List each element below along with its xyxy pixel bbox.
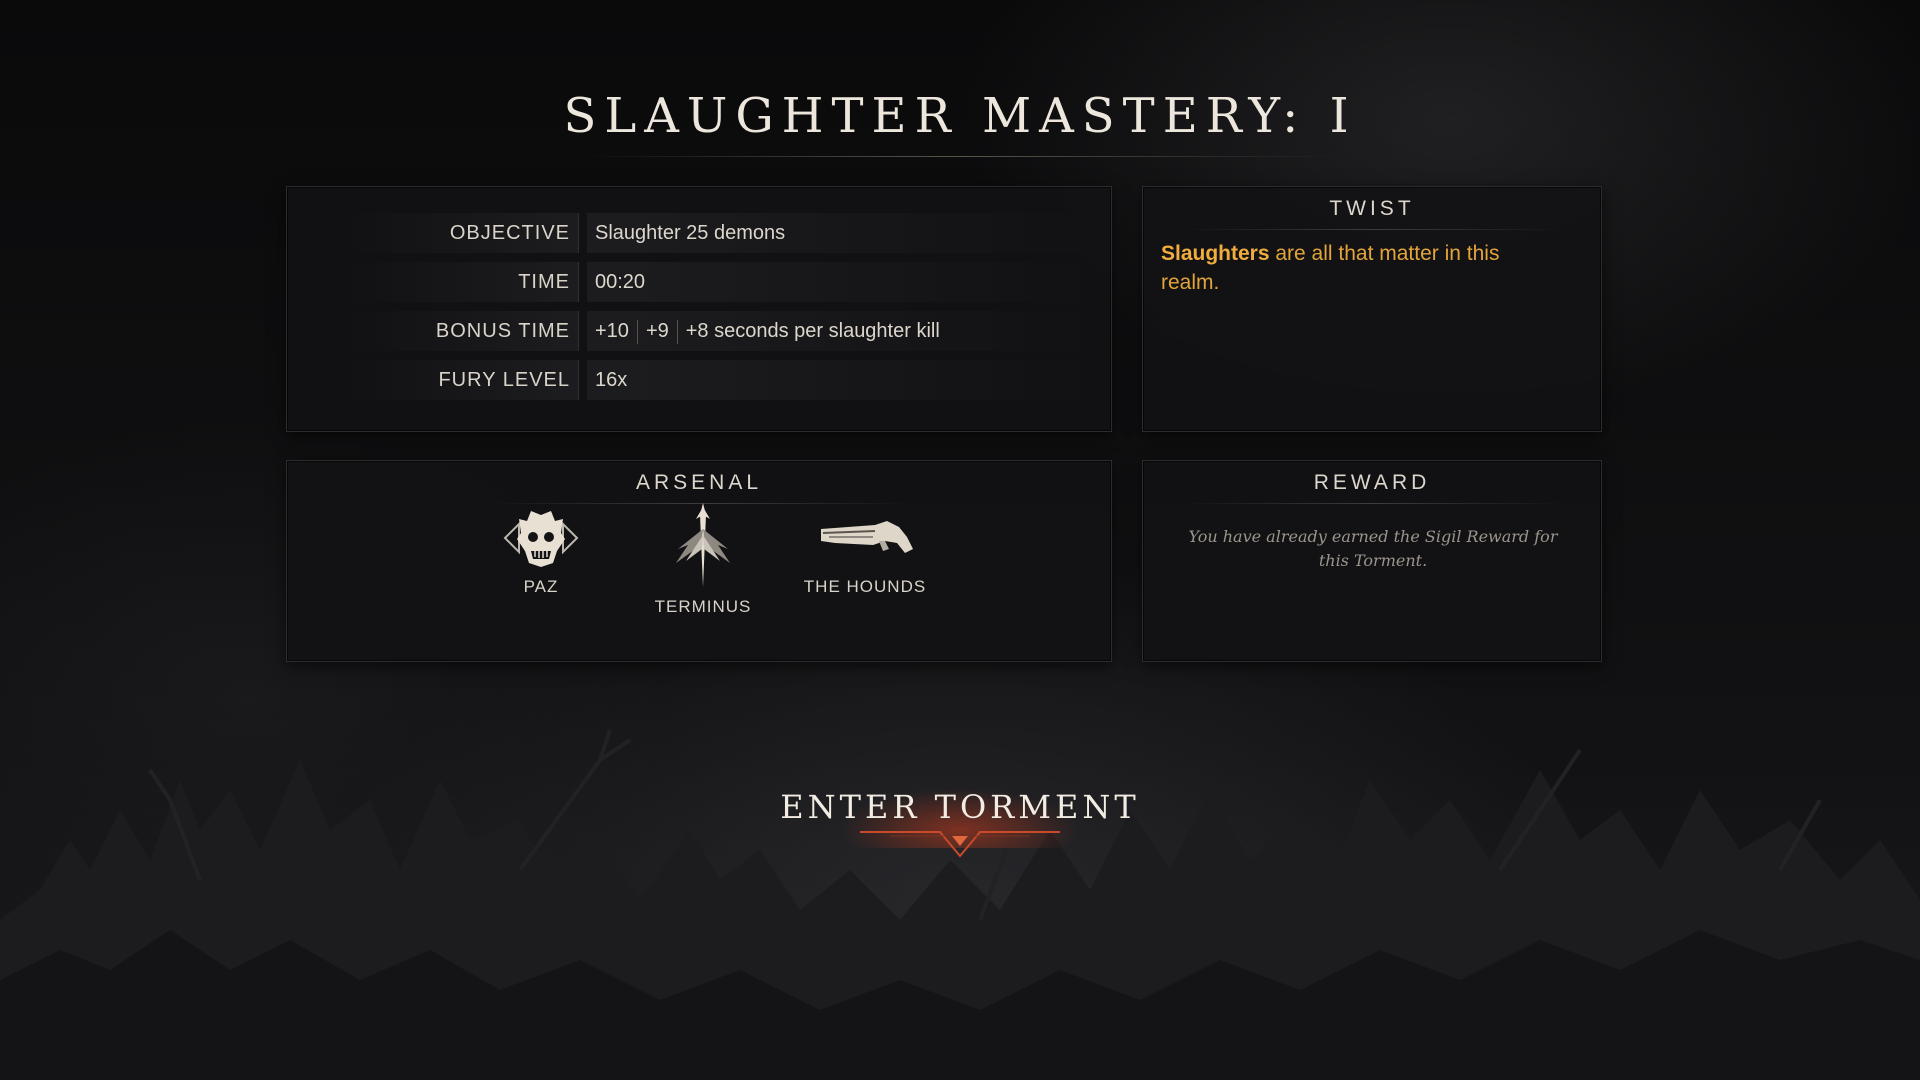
trident-icon: [676, 503, 730, 587]
objective-label: OBJECTIVE: [347, 213, 579, 253]
fury-level-value: 16x: [587, 360, 1097, 400]
reward-description: You have already earned the Sigil Reward…: [1188, 527, 1558, 570]
demon-horde-silhouette: [0, 729, 1920, 1080]
twist-description: Slaughters are all that matter in this r…: [1161, 239, 1561, 297]
reward-panel: REWARD You have already earned the Sigil…: [1142, 460, 1602, 662]
bonus-separator: [676, 319, 678, 344]
bonus-time-value-c: +8 seconds per slaughter kill: [685, 320, 940, 342]
enter-torment-button[interactable]: ENTER TORMENT: [780, 780, 1140, 860]
bonus-time-label: BONUS TIME: [347, 311, 579, 351]
weapon-name-terminus: TERMINUS: [654, 597, 752, 616]
title-divider: [580, 156, 1340, 157]
time-label: TIME: [347, 262, 579, 302]
bonus-time-value-a: +10: [595, 320, 629, 342]
demon-skull-icon: [503, 511, 579, 567]
weapon-terminus[interactable]: TERMINUS: [633, 501, 773, 617]
arsenal-title: ARSENAL: [635, 471, 763, 494]
weapon-the-hounds[interactable]: THE HOUNDS: [795, 507, 935, 597]
reward-title: REWARD: [1313, 471, 1431, 494]
mission-title: SLAUGHTER MASTERY: I: [563, 88, 1357, 144]
twist-highlight: Slaughters: [1161, 242, 1270, 265]
arsenal-panel: ARSENAL PAZ TERMINUS THE HOUNDS: [286, 460, 1112, 662]
weapon-name-the-hounds: THE HOUNDS: [803, 577, 927, 596]
fury-level-label: FURY LEVEL: [347, 360, 579, 400]
weapon-paz[interactable]: PAZ: [471, 507, 611, 597]
time-value: 00:20: [587, 262, 1097, 302]
mission-info-panel: OBJECTIVE Slaughter 25 demons TIME 00:20…: [286, 186, 1112, 432]
twist-panel: TWIST Slaughters are all that matter in …: [1142, 186, 1602, 432]
bonus-time-values: +10 +9 +8 seconds per slaughter kill: [587, 311, 1097, 351]
twist-title: TWIST: [1329, 197, 1415, 220]
enter-torment-label: ENTER TORMENT: [780, 788, 1140, 826]
weapon-name-paz: PAZ: [523, 577, 559, 596]
bonus-time-value-b: +9: [645, 320, 669, 342]
ornament-icon: [860, 831, 1060, 858]
bonus-separator: [636, 319, 638, 344]
objective-value: Slaughter 25 demons: [587, 213, 1097, 253]
reward-divider: [1183, 503, 1563, 504]
shotgun-icon: [821, 521, 913, 553]
twist-divider: [1183, 229, 1563, 230]
